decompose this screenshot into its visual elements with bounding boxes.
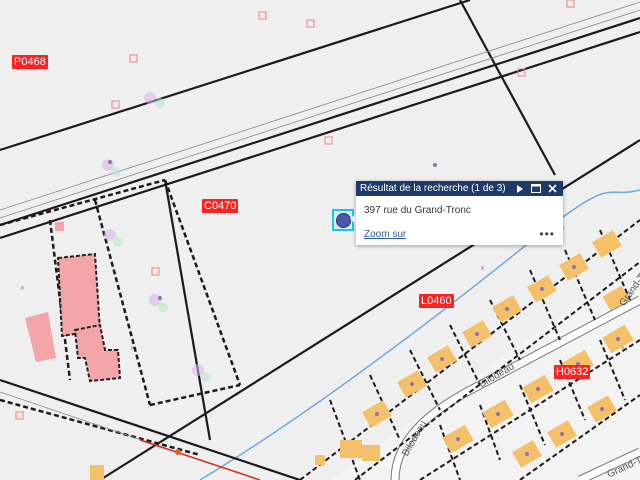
marker-dot-icon: [336, 213, 351, 228]
svg-text:✕: ✕: [620, 345, 625, 352]
zone-label-l0460: L0460: [419, 294, 454, 308]
popup-title: Résultat de la recherche (1 de 3): [360, 183, 506, 194]
popup-header: Résultat de la recherche (1 de 3): [356, 181, 563, 196]
popup-footer: Zoom sur •••: [364, 227, 555, 241]
popup-address: 397 rue du Grand-Tronc: [364, 205, 471, 216]
zone-label-c0470: C0470: [202, 199, 239, 213]
close-icon[interactable]: [545, 182, 559, 195]
map-canvas[interactable]: ✕✕✕ ✕✕ P0468 C0470 L0460 H0632 Bilodeau …: [0, 0, 640, 480]
maximize-icon[interactable]: [529, 182, 543, 195]
search-result-popup: Résultat de la recherche (1 de 3) 397 ru…: [356, 181, 563, 245]
svg-text:✕: ✕: [130, 345, 135, 352]
more-options-button[interactable]: •••: [539, 227, 555, 241]
next-arrow-icon[interactable]: [513, 182, 527, 195]
svg-text:✕: ✕: [20, 285, 25, 292]
zone-label-h0632: H0632: [554, 365, 591, 379]
popup-body: 397 rue du Grand-Tronc: [356, 196, 563, 216]
svg-text:✕: ✕: [480, 265, 485, 272]
zoom-to-link[interactable]: Zoom sur: [364, 229, 406, 240]
zone-label-p0468: P0468: [12, 55, 48, 69]
